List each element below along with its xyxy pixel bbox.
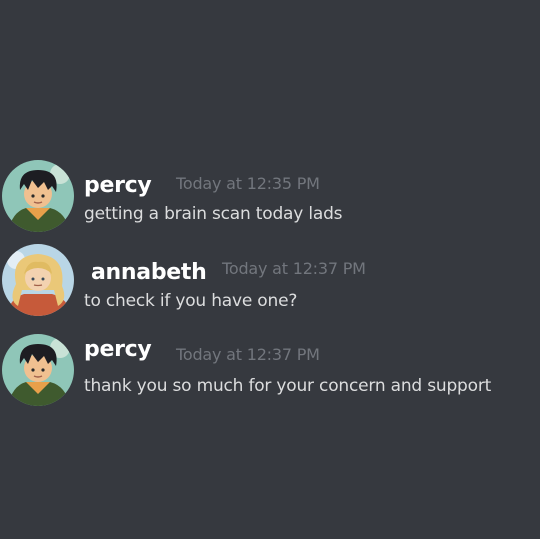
message-timestamp: Today at 12:37 PM	[176, 345, 320, 364]
message-author[interactable]: annabeth	[91, 260, 207, 286]
message-item: percy Today at 12:35 PM getting a brain …	[0, 156, 540, 236]
message-content: thank you so much for your concern and s…	[84, 376, 492, 396]
message-author[interactable]: percy	[84, 337, 152, 363]
message-author[interactable]: percy	[84, 173, 152, 199]
message-timestamp: Today at 12:35 PM	[176, 174, 320, 193]
message-item: annabeth Today at 12:37 PM to check if y…	[0, 240, 540, 320]
percy-avatar[interactable]	[2, 160, 74, 232]
message-content: getting a brain scan today lads	[84, 204, 343, 224]
percy-avatar[interactable]	[2, 334, 74, 406]
message-timestamp: Today at 12:37 PM	[222, 259, 366, 278]
message-content: to check if you have one?	[84, 291, 298, 311]
annabeth-avatar[interactable]	[2, 244, 74, 316]
message-item: percy Today at 12:37 PM thank you so muc…	[0, 332, 540, 412]
chat-messages: percy Today at 12:35 PM getting a brain …	[0, 0, 540, 539]
